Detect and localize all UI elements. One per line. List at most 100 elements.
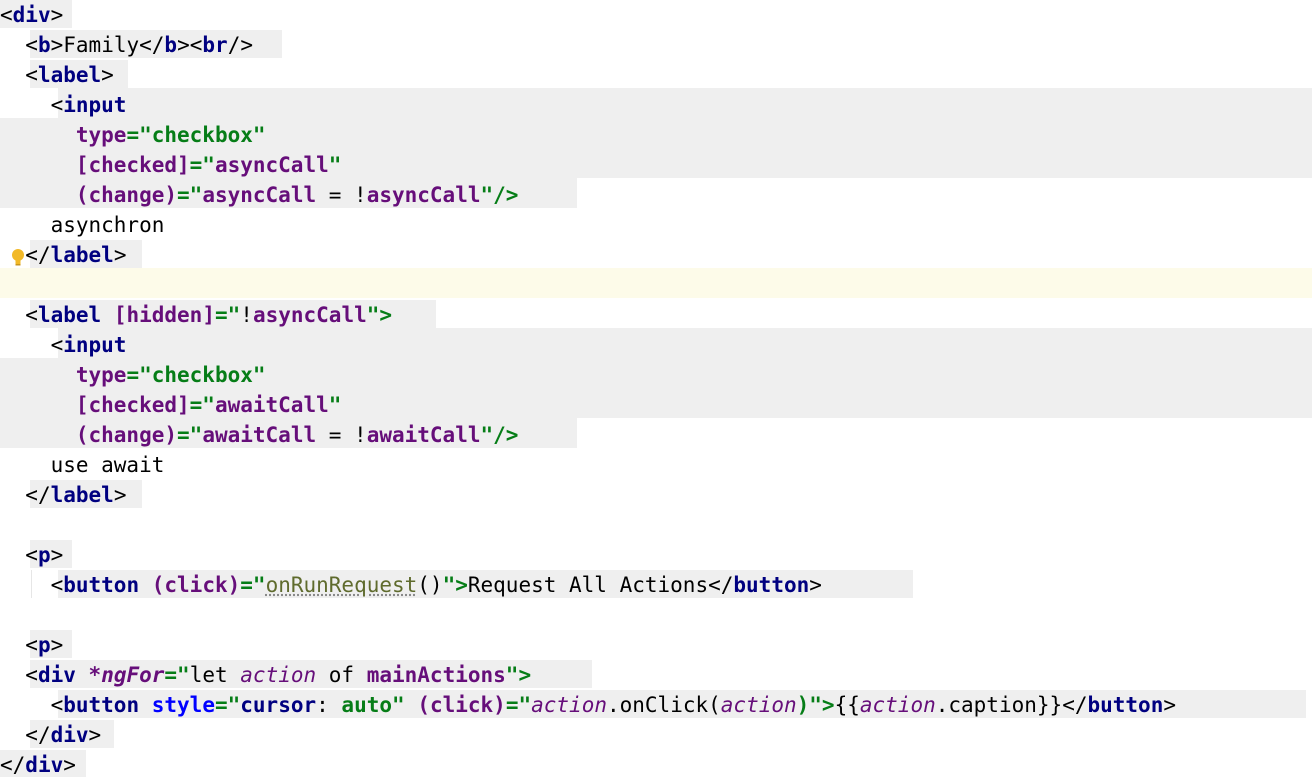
code-editor[interactable]: <div> <b>Family</b><br/> <label> <input … xyxy=(0,0,1312,777)
punct: </ xyxy=(25,243,51,267)
punct: </ xyxy=(25,723,51,747)
punct: </ xyxy=(1062,693,1088,717)
code-line-22: <p> xyxy=(0,630,63,660)
punct: </ xyxy=(139,33,165,57)
tag-name: b xyxy=(37,33,51,57)
string-quote: " xyxy=(252,363,266,387)
binding-var: asyncCall xyxy=(214,153,329,177)
punct: > xyxy=(177,33,190,57)
tag-name: div xyxy=(37,663,76,687)
string-quote: =" xyxy=(126,123,152,147)
code-line-25: </div> xyxy=(0,720,101,750)
tag-name: input xyxy=(63,333,127,357)
tag-highlight-input-1 xyxy=(58,88,1312,118)
keyword: let xyxy=(189,663,241,687)
css-colon: : xyxy=(316,693,342,717)
tag-name: label xyxy=(37,63,102,87)
code-line-7: (change)="asyncCall = !asyncCall"/> xyxy=(0,180,519,210)
string-quote: " xyxy=(328,153,342,177)
punct: </ xyxy=(0,753,26,777)
punct: > xyxy=(50,633,64,657)
code-line-11: <label [hidden]="!asyncCall"> xyxy=(0,300,392,330)
binding-var: mainActions xyxy=(366,663,506,687)
string-value: checkbox xyxy=(151,123,253,147)
attr-name: style xyxy=(151,693,215,717)
punct: > xyxy=(809,573,822,597)
code-line-8: asynchron xyxy=(0,210,165,240)
string-quote: =" xyxy=(189,393,215,417)
binding-var: asyncCall xyxy=(202,183,317,207)
attr-name: [hidden] xyxy=(113,303,215,327)
current-line-highlight xyxy=(0,268,1312,298)
attr-name: [checked] xyxy=(75,393,190,417)
css-value: auto xyxy=(341,693,392,717)
member-access: .caption xyxy=(935,693,1037,717)
string-quote: "/> xyxy=(480,183,519,207)
loop-var: action xyxy=(859,693,936,717)
operator: ! xyxy=(240,303,253,327)
string-quote: " xyxy=(252,123,266,147)
string-quote: "/> xyxy=(480,423,519,447)
parens: () xyxy=(417,573,443,597)
tag-name: button xyxy=(733,573,810,597)
code-line-15: (change)="awaitCall = !awaitCall"/> xyxy=(0,420,519,450)
tag-name: p xyxy=(37,633,51,657)
binding-var: asyncCall xyxy=(252,303,367,327)
punct: </ xyxy=(708,573,734,597)
code-line-5: type="checkbox" xyxy=(0,120,266,150)
string-quote: =" xyxy=(240,573,266,597)
punct: < xyxy=(50,573,64,597)
function-name: onRunRequest xyxy=(265,573,418,597)
tag-name: div xyxy=(25,753,64,777)
code-line-26: </div> xyxy=(0,750,76,780)
attr-name: type xyxy=(75,363,127,387)
code-line-3: <label> xyxy=(0,60,114,90)
punct: < xyxy=(25,303,38,327)
text-content: Request All Actions xyxy=(467,573,709,597)
attr-name: (change) xyxy=(75,183,178,207)
attr-name: type xyxy=(75,123,127,147)
text-content: asynchron xyxy=(50,213,165,237)
string-quote: " xyxy=(328,393,342,417)
keyword: of xyxy=(316,663,367,687)
string-quote: " xyxy=(392,693,405,717)
string-quote: "> xyxy=(366,303,393,327)
punct: < xyxy=(25,543,38,567)
code-line-19: <p> xyxy=(0,540,63,570)
tag-name: button xyxy=(63,573,140,597)
tag-name: input xyxy=(63,93,127,117)
punct: > xyxy=(50,3,64,27)
attr-name: (click) xyxy=(151,573,241,597)
string-quote: =" xyxy=(177,183,203,207)
member-access: .onClick( xyxy=(606,693,721,717)
tag-name: b xyxy=(164,33,178,57)
binding-var: asyncCall xyxy=(366,183,481,207)
operator: = ! xyxy=(316,423,367,447)
tag-name: button xyxy=(63,693,140,717)
punct: < xyxy=(50,693,64,717)
punct: </ xyxy=(25,483,51,507)
string-quote: =" xyxy=(505,693,532,717)
string-quote: =" xyxy=(164,663,190,687)
punct: < xyxy=(50,333,64,357)
code-line-4: <input xyxy=(0,90,127,120)
code-line-16: use await xyxy=(0,450,165,480)
attr-name: *ngFor xyxy=(88,663,165,687)
loop-var: action xyxy=(720,693,797,717)
css-prop: cursor xyxy=(240,693,317,717)
code-line-6: [checked]="asyncCall" xyxy=(0,150,342,180)
punct: /> xyxy=(227,33,253,57)
punct: < xyxy=(25,633,38,657)
punct: > xyxy=(101,63,114,87)
tag-name: br xyxy=(202,33,228,57)
text-content: use await xyxy=(50,453,165,477)
tag-name: label xyxy=(50,483,114,507)
string-quote: "> xyxy=(505,663,532,687)
punct: < xyxy=(25,663,38,687)
punct: > xyxy=(50,33,64,57)
interp-close: }} xyxy=(1036,693,1063,717)
punct: > xyxy=(50,543,64,567)
text-content: Family xyxy=(63,33,140,57)
punct: > xyxy=(113,243,127,267)
binding-var: awaitCall xyxy=(366,423,481,447)
